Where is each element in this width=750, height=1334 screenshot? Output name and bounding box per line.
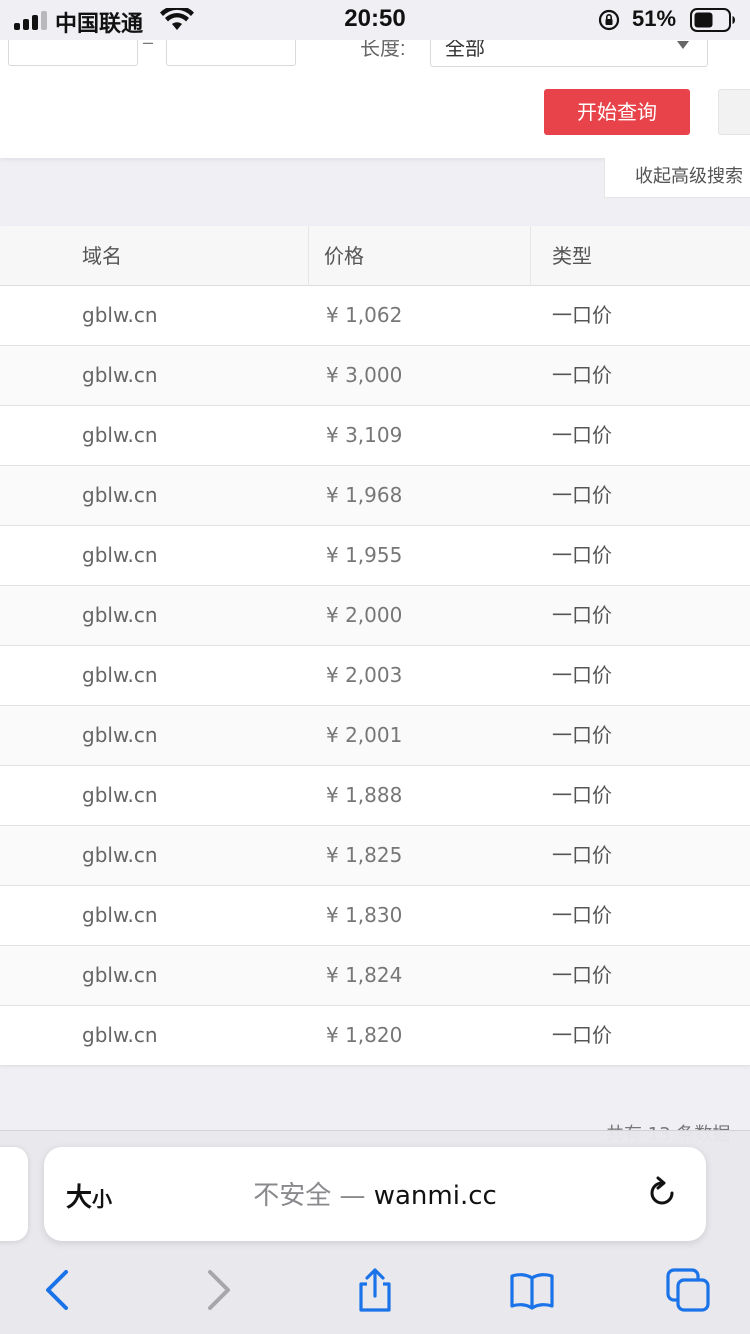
table-row[interactable]: gblw.cn ¥ 2,001 一口价 xyxy=(0,706,750,766)
domain-cell: gblw.cn xyxy=(82,723,158,747)
price-cell: ¥ 1,955 xyxy=(326,543,403,567)
table-body: gblw.cn ¥ 1,062 一口价 gblw.cn ¥ 3,000 一口价 gblw.c… xyxy=(0,286,750,1066)
price-cell: ¥ 2,001 xyxy=(326,723,403,747)
browser-toolbar: 大小 不安全 — wanmi.cc xyxy=(0,1130,750,1334)
type-cell: 一口价 xyxy=(552,1023,612,1047)
domain-cell: gblw.cn xyxy=(82,843,158,867)
table-row[interactable]: gblw.cn ¥ 2,003 一口价 xyxy=(0,646,750,706)
search-form: – 长度: 全部 开始查询 xyxy=(0,28,750,158)
column-divider xyxy=(530,226,531,286)
reset-button[interactable] xyxy=(718,89,750,135)
price-cell: ¥ 1,824 xyxy=(326,963,403,987)
domain-cell: gblw.cn xyxy=(82,363,158,387)
price-cell: ¥ 1,062 xyxy=(326,303,403,327)
table-row[interactable]: gblw.cn ¥ 1,062 一口价 xyxy=(0,286,750,346)
table-row[interactable]: gblw.cn ¥ 1,955 一口价 xyxy=(0,526,750,586)
table-row[interactable]: gblw.cn ¥ 1,825 一口价 xyxy=(0,826,750,886)
table-row[interactable]: gblw.cn ¥ 1,820 一口价 xyxy=(0,1006,750,1066)
price-cell: ¥ 2,003 xyxy=(326,663,403,687)
forward-icon[interactable] xyxy=(196,1268,240,1312)
bookmarks-icon[interactable] xyxy=(510,1268,554,1312)
table-row[interactable]: gblw.cn ¥ 1,888 一口价 xyxy=(0,766,750,826)
price-cell: ¥ 3,000 xyxy=(326,363,403,387)
type-cell: 一口价 xyxy=(552,423,612,447)
results-table: 域名 价格 类型 gblw.cn ¥ 1,062 一口价 gblw.cn ¥ 3,000… xyxy=(0,226,750,1066)
domain-cell: gblw.cn xyxy=(82,1023,158,1047)
price-cell: ¥ 1,888 xyxy=(326,783,403,807)
back-icon[interactable] xyxy=(36,1268,80,1312)
type-cell: 一口价 xyxy=(552,483,612,507)
type-cell: 一口价 xyxy=(552,783,612,807)
insecure-label: 不安全 — xyxy=(253,1181,366,1211)
domain-cell: gblw.cn xyxy=(82,483,158,507)
price-cell: ¥ 1,820 xyxy=(326,1023,403,1047)
caret-down-icon xyxy=(677,41,689,49)
table-row[interactable]: gblw.cn ¥ 1,830 一口价 xyxy=(0,886,750,946)
column-header-price[interactable]: 价格 xyxy=(324,226,364,286)
tabs-icon[interactable] xyxy=(666,1268,710,1312)
domain-cell: gblw.cn xyxy=(82,303,158,327)
type-cell: 一口价 xyxy=(552,543,612,567)
type-cell: 一口价 xyxy=(552,663,612,687)
column-header-domain[interactable]: 域名 xyxy=(82,226,122,286)
status-bar: 中国联通 20:50 51% xyxy=(0,0,750,40)
price-cell: ¥ 2,000 xyxy=(326,603,403,627)
price-cell: ¥ 1,968 xyxy=(326,483,403,507)
column-divider xyxy=(308,226,309,286)
type-cell: 一口价 xyxy=(552,903,612,927)
share-icon[interactable] xyxy=(353,1268,397,1312)
type-cell: 一口价 xyxy=(552,723,612,747)
domain-cell: gblw.cn xyxy=(82,543,158,567)
column-header-type[interactable]: 类型 xyxy=(552,226,592,286)
domain-cell: gblw.cn xyxy=(82,423,158,447)
type-cell: 一口价 xyxy=(552,303,612,327)
type-cell: 一口价 xyxy=(552,363,612,387)
domain-cell: gblw.cn xyxy=(82,603,158,627)
price-cell: ¥ 1,830 xyxy=(326,903,403,927)
table-row[interactable]: gblw.cn ¥ 1,968 一口价 xyxy=(0,466,750,526)
type-cell: 一口价 xyxy=(552,963,612,987)
url-display[interactable]: 不安全 — wanmi.cc xyxy=(44,1175,706,1212)
domain-cell: gblw.cn xyxy=(82,903,158,927)
table-row[interactable]: gblw.cn ¥ 3,109 一口价 xyxy=(0,406,750,466)
table-row[interactable]: gblw.cn ¥ 3,000 一口价 xyxy=(0,346,750,406)
price-cell: ¥ 3,109 xyxy=(326,423,403,447)
reload-icon[interactable] xyxy=(644,1175,680,1211)
battery-icon xyxy=(690,8,735,32)
table-row[interactable]: gblw.cn ¥ 1,824 一口价 xyxy=(0,946,750,1006)
collapse-advanced-search-button[interactable]: 收起高级搜索 xyxy=(604,158,750,198)
previous-tab-preview[interactable] xyxy=(0,1147,28,1241)
domain-cell: gblw.cn xyxy=(82,963,158,987)
table-row[interactable]: gblw.cn ¥ 2,000 一口价 xyxy=(0,586,750,646)
type-cell: 一口价 xyxy=(552,843,612,867)
search-button[interactable]: 开始查询 xyxy=(544,89,690,135)
table-header: 域名 价格 类型 xyxy=(0,226,750,286)
price-cell: ¥ 1,825 xyxy=(326,843,403,867)
type-cell: 一口价 xyxy=(552,603,612,627)
address-bar[interactable]: 大小 不安全 — wanmi.cc xyxy=(44,1147,706,1241)
domain-cell: gblw.cn xyxy=(82,783,158,807)
orientation-lock-icon xyxy=(598,9,620,31)
battery-percentage: 51% xyxy=(632,6,677,31)
url-domain: wanmi.cc xyxy=(373,1181,497,1211)
domain-cell: gblw.cn xyxy=(82,663,158,687)
